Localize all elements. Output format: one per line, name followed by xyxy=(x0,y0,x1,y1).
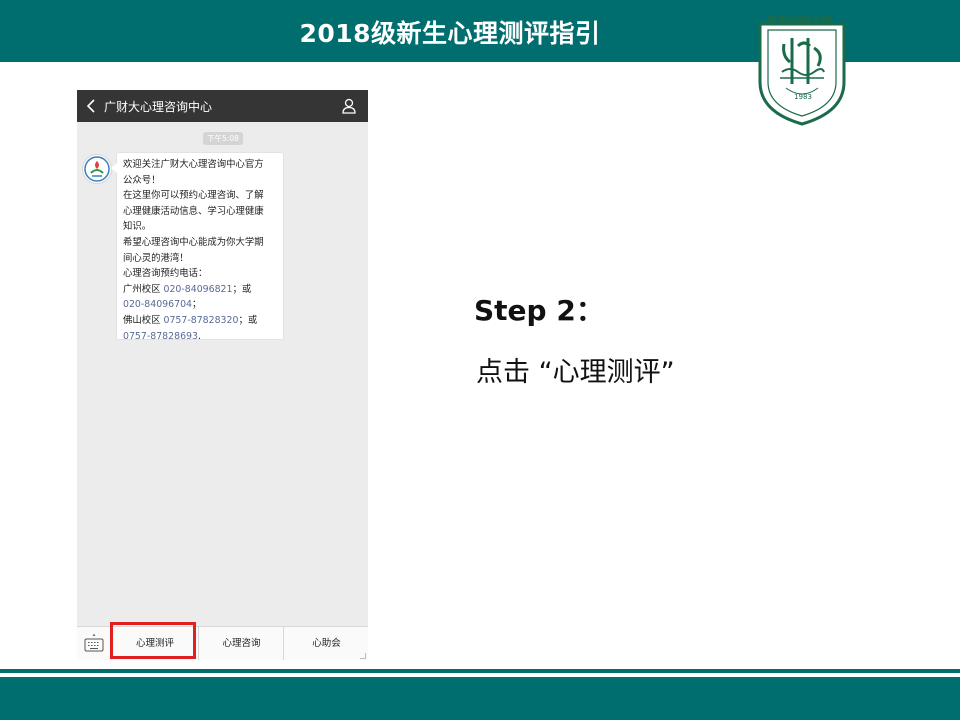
separator-text: ；或 xyxy=(232,283,252,295)
wechat-screenshot: 广财大心理咨询中心 下午5:08 欢迎关注广财大心理咨询中心官方 公众号！ 在这… xyxy=(77,90,368,660)
separator-text: . xyxy=(197,330,201,342)
keyboard-toggle-button[interactable] xyxy=(77,627,112,660)
separator-text: ；或 xyxy=(238,314,258,326)
step-title: Step 2： xyxy=(474,294,604,327)
logo-chinese-name: 廣東財經大學 xyxy=(766,14,832,27)
phone-number-line: 佛山校区 0757-87828320；或 xyxy=(123,313,283,329)
message-timestamp: 下午5:08 xyxy=(203,132,243,145)
message-line: 欢迎关注广财大心理咨询中心官方 xyxy=(123,159,264,170)
resize-grip-icon xyxy=(360,653,366,659)
phone-number-line: 020-84096704； xyxy=(123,297,283,313)
highlight-box xyxy=(110,622,196,659)
university-logo: 廣東財經大學 1983 xyxy=(752,4,852,126)
phone-link[interactable]: 020-84096704 xyxy=(123,299,192,310)
phone-link[interactable]: 0757-87828320 xyxy=(163,315,238,326)
chat-title: 广财大心理咨询中心 xyxy=(104,100,213,114)
counseling-center-logo-icon xyxy=(84,156,110,182)
menu-psych-counseling[interactable]: 心理咨询 xyxy=(198,627,284,660)
footer-bar xyxy=(0,677,960,720)
back-arrow-icon[interactable] xyxy=(85,98,99,114)
welcome-message-bubble: 欢迎关注广财大心理咨询中心官方 公众号！ 在这里你可以预约心理咨询、了解 心理健… xyxy=(111,152,284,342)
account-avatar[interactable] xyxy=(82,154,112,184)
message-line: 希望心理咨询中心能成为你大学期 xyxy=(123,236,264,248)
message-line: 公众号！ xyxy=(123,174,161,186)
profile-icon[interactable] xyxy=(341,98,357,114)
logo-year: 1983 xyxy=(794,93,812,101)
separator-text: ； xyxy=(192,299,202,311)
campus-label: 佛山校区 xyxy=(123,314,164,326)
phone-number-line: 0757-87828693. xyxy=(123,329,283,345)
footer-stripe xyxy=(0,669,960,673)
message-line: 心理咨询预约电话： xyxy=(123,268,208,280)
phone-number-line: 广州校区 020-84096821；或 xyxy=(123,282,283,298)
step-description: 点击 “心理测评” xyxy=(476,357,675,388)
phone-link[interactable]: 0757-87828693 xyxy=(123,331,198,342)
menu-peer-association[interactable]: 心助会 xyxy=(283,627,368,660)
keyboard-icon xyxy=(84,633,104,652)
message-line: 间心灵的港湾！ xyxy=(123,252,189,264)
campus-label: 广州校区 xyxy=(123,283,164,295)
chat-header: 广财大心理咨询中心 xyxy=(77,90,368,122)
message-line: 在这里你可以预约心理咨询、了解 xyxy=(123,190,264,202)
message-line: 知识。 xyxy=(123,221,152,233)
phone-link[interactable]: 020-84096821 xyxy=(163,284,232,295)
message-line: 心理健康活动信息、学习心理健康 xyxy=(123,205,264,217)
